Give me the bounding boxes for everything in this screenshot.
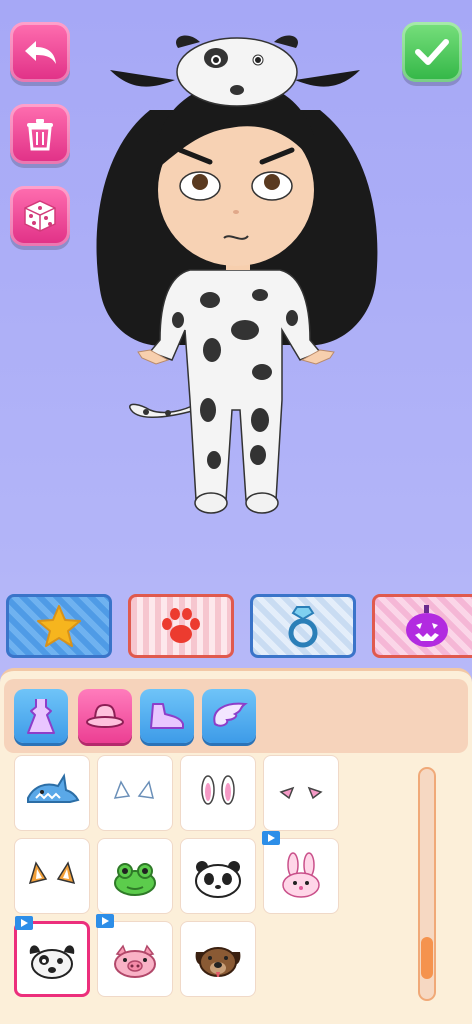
panda-hat-icon <box>195 861 241 898</box>
item-bunny-ears[interactable] <box>180 755 256 831</box>
randomize-button[interactable] <box>10 186 70 246</box>
tab-shoes[interactable] <box>140 689 194 743</box>
item-fox-ears[interactable] <box>14 838 90 914</box>
hat-icon <box>86 703 124 728</box>
dress-icon <box>27 699 55 734</box>
star-icon <box>37 605 81 647</box>
item-dalmatian-hat[interactable] <box>14 916 90 997</box>
scrollbar[interactable] <box>418 767 436 1001</box>
dice-icon <box>24 200 56 232</box>
video-ad-icon <box>262 831 280 845</box>
category-animals[interactable] <box>128 594 234 658</box>
puppy-hat-icon <box>195 947 241 977</box>
pumpkin-icon <box>406 605 448 647</box>
item-panda-hat[interactable] <box>180 838 256 914</box>
item-pig-hat[interactable] <box>96 914 173 997</box>
dalmatian-hat-icon <box>29 945 75 979</box>
tab-wings[interactable] <box>202 689 256 743</box>
wardrobe-panel <box>0 668 472 1024</box>
category-tabs <box>4 679 468 753</box>
video-ad-icon <box>15 916 33 930</box>
shoe-icon <box>150 703 184 729</box>
tab-dresses[interactable] <box>14 689 68 743</box>
delete-button[interactable] <box>10 104 70 164</box>
back-arrow-icon <box>25 41 56 64</box>
white-ears-icon <box>113 780 154 799</box>
category-halloween[interactable] <box>372 594 472 658</box>
bunny-ears-icon <box>201 775 235 805</box>
category-accessories[interactable] <box>250 594 356 658</box>
category-row <box>0 594 472 658</box>
back-button[interactable] <box>10 22 70 82</box>
wing-icon <box>213 702 248 727</box>
category-favorites[interactable] <box>6 594 112 658</box>
character-stage <box>96 35 378 514</box>
item-rabbit-hat[interactable] <box>262 831 339 914</box>
item-pink-ears[interactable] <box>263 755 339 831</box>
video-ad-icon <box>96 914 114 928</box>
scrollbar-thumb[interactable] <box>421 937 433 979</box>
shark-hat-icon <box>27 773 80 803</box>
paw-icon <box>162 608 200 643</box>
confirm-button[interactable] <box>402 22 462 82</box>
tab-hats[interactable] <box>78 689 132 743</box>
item-frog-hat[interactable] <box>97 838 173 914</box>
checkmark-icon <box>415 39 449 65</box>
rabbit-hat-icon <box>282 852 320 898</box>
item-puppy-hat[interactable] <box>180 921 256 997</box>
ring-icon <box>288 606 318 648</box>
item-shark-hat[interactable] <box>14 755 90 831</box>
item-white-ears[interactable] <box>97 755 173 831</box>
pig-hat-icon <box>114 944 156 978</box>
fox-ears-icon <box>28 861 76 885</box>
frog-hat-icon <box>114 863 156 896</box>
trash-icon <box>27 119 53 151</box>
pink-ears-icon <box>279 786 323 800</box>
